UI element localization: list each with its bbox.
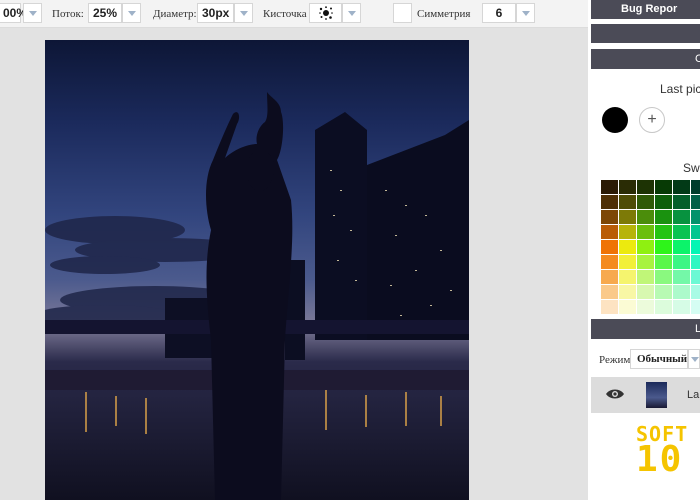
color-swatch[interactable] [673, 285, 690, 299]
panel-button-2[interactable] [591, 24, 700, 43]
color-swatch[interactable] [691, 285, 700, 299]
color-swatch[interactable] [637, 270, 654, 284]
color-swatch[interactable] [655, 195, 672, 209]
chevron-down-icon [691, 357, 699, 362]
color-swatch[interactable] [691, 270, 700, 284]
canvas-image[interactable] [45, 40, 469, 500]
color-swatch[interactable] [655, 225, 672, 239]
color-swatch[interactable] [655, 285, 672, 299]
color-swatch[interactable] [601, 240, 618, 254]
top-toolbar: 00% Поток: 25% Диаметр: 30px Кисточка Си… [0, 0, 588, 28]
color-swatch[interactable] [601, 210, 618, 224]
city-night-silhouette-image [45, 92, 469, 500]
plus-icon: + [647, 111, 657, 128]
color-swatch[interactable] [601, 195, 618, 209]
diameter-value[interactable]: 30px [197, 3, 234, 23]
color-swatch[interactable] [673, 240, 690, 254]
swatch-grid [601, 180, 700, 315]
color-swatch[interactable] [619, 300, 636, 314]
bug-report-button[interactable]: Bug Repor [591, 0, 700, 19]
add-color-button[interactable]: + [639, 107, 665, 133]
symmetry-dropdown-button[interactable] [516, 3, 535, 23]
color-swatch[interactable] [673, 300, 690, 314]
color-swatch[interactable] [601, 285, 618, 299]
color-swatch[interactable] [619, 195, 636, 209]
layers-header[interactable]: L [591, 319, 700, 339]
flow-value[interactable]: 25% [88, 3, 122, 23]
color-swatch[interactable] [655, 240, 672, 254]
color-swatch[interactable] [619, 210, 636, 224]
color-swatch[interactable] [619, 255, 636, 269]
layer-row[interactable]: La [591, 377, 700, 413]
flow-label: Поток: [52, 8, 84, 20]
logo-line-2: 10 [636, 439, 684, 480]
color-swatch[interactable] [673, 255, 690, 269]
color-swatch[interactable] [691, 210, 700, 224]
chevron-down-icon [127, 10, 136, 16]
color-swatch[interactable] [673, 180, 690, 194]
color-swatch[interactable] [691, 255, 700, 269]
chevron-down-icon [239, 10, 248, 16]
last-picked-color-swatch[interactable] [602, 107, 628, 133]
color-swatch[interactable] [601, 255, 618, 269]
swatches-label: Swa [683, 161, 700, 175]
color-swatch[interactable] [637, 180, 654, 194]
color-swatch[interactable] [673, 195, 690, 209]
color-swatch[interactable] [655, 300, 672, 314]
brush-label: Кисточка [263, 8, 307, 20]
color-swatch[interactable] [691, 300, 700, 314]
eye-icon[interactable] [605, 387, 625, 401]
chevron-down-icon [347, 10, 356, 16]
brush-dropdown-button[interactable] [342, 3, 361, 23]
blend-mode-dropdown-button[interactable] [688, 349, 700, 369]
color-swatch[interactable] [655, 180, 672, 194]
last-picked-label: Last pic [660, 82, 700, 96]
symmetry-value[interactable]: 6 [482, 3, 516, 23]
color-swatch[interactable] [691, 240, 700, 254]
layer-name: La [687, 389, 700, 401]
opacity-value[interactable]: 00% [0, 3, 27, 23]
color-swatch[interactable] [619, 270, 636, 284]
color-swatch[interactable] [637, 225, 654, 239]
diameter-label: Диаметр: [153, 8, 197, 20]
splat-brush-icon [318, 6, 333, 20]
color-swatch[interactable] [691, 225, 700, 239]
color-swatch[interactable] [655, 255, 672, 269]
color-swatch[interactable] [601, 180, 618, 194]
blend-mode-select[interactable]: Обычный [630, 349, 688, 369]
opacity-dropdown-button[interactable] [23, 3, 42, 23]
color-swatch[interactable] [637, 285, 654, 299]
color-swatch[interactable] [637, 195, 654, 209]
blend-mode-label: Режим [599, 354, 631, 366]
brush-picker[interactable] [309, 3, 342, 23]
layer-thumbnail [646, 382, 667, 408]
color-swatch[interactable] [691, 195, 700, 209]
color-swatch[interactable] [619, 225, 636, 239]
color-swatch[interactable] [637, 300, 654, 314]
colors-header[interactable]: C [591, 49, 700, 69]
chevron-down-icon [521, 10, 530, 16]
color-swatch[interactable] [619, 240, 636, 254]
color-swatch[interactable] [637, 240, 654, 254]
color-swatch[interactable] [673, 225, 690, 239]
color-swatch[interactable] [673, 210, 690, 224]
color-swatch[interactable] [619, 180, 636, 194]
softio-logo: SOFT 10 [636, 424, 688, 478]
symmetry-label: Симметрия [417, 8, 471, 20]
color-swatch[interactable] [655, 210, 672, 224]
flow-dropdown-button[interactable] [122, 3, 141, 23]
color-swatch[interactable] [691, 180, 700, 194]
color-swatch[interactable] [673, 270, 690, 284]
color-swatch[interactable] [619, 285, 636, 299]
color-swatch[interactable] [655, 270, 672, 284]
color-swatch[interactable] [637, 255, 654, 269]
color-swatch[interactable] [601, 300, 618, 314]
color-swatch[interactable] [637, 210, 654, 224]
diameter-dropdown-button[interactable] [234, 3, 253, 23]
color-swatch[interactable] [601, 270, 618, 284]
color-swatch[interactable] [601, 225, 618, 239]
symmetry-checkbox[interactable] [393, 3, 412, 23]
chevron-down-icon [28, 10, 37, 16]
